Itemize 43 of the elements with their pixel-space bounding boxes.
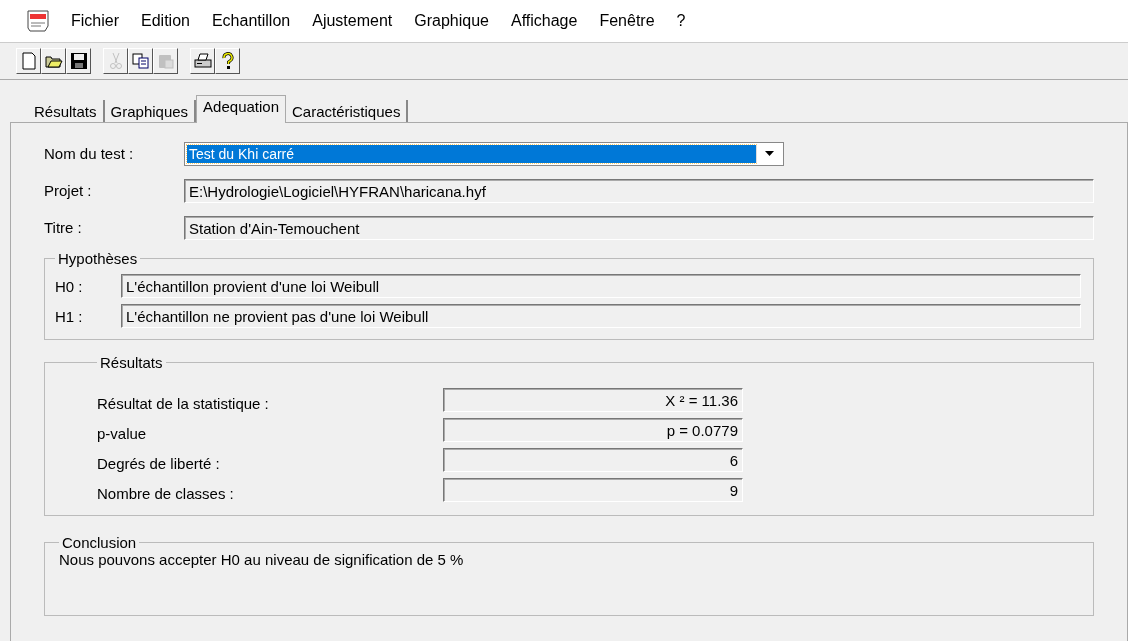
field-label: Titre : — [44, 219, 83, 236]
tab[interactable]: Adequation — [196, 95, 286, 123]
menu-item[interactable]: ? — [665, 12, 697, 30]
copy-button[interactable] — [128, 48, 153, 74]
field-label: Résultat de la statistique : — [97, 393, 270, 412]
readonly-field: E:\Hydrologie\Logiciel\HYFRAN\haricana.hyf — [184, 178, 1094, 203]
help-button[interactable] — [215, 48, 240, 74]
page-icon — [19, 52, 38, 70]
field-label: p-value — [97, 423, 148, 442]
readonly-field: Station d'Ain-Temouchent — [184, 215, 1094, 240]
menu-item[interactable]: Ajustement — [301, 12, 404, 30]
readonly-field: L'échantillon ne provient pas d'une loi Weibull — [121, 304, 1081, 328]
conclusion-text: Nous pouvons accepter H0 au niveau de signification de 5 % — [59, 551, 464, 568]
readonly-field: 6 — [443, 448, 743, 472]
menu-item[interactable]: Affichage — [500, 12, 589, 30]
clipboard-icon — [156, 52, 175, 70]
document-icon — [26, 10, 50, 32]
menu-item[interactable]: Echantillon — [200, 12, 302, 30]
menu-item[interactable]: Edition — [130, 12, 201, 30]
open-button[interactable] — [41, 48, 66, 74]
menu-item[interactable]: Fichier — [60, 12, 130, 30]
new-button[interactable] — [16, 48, 41, 74]
readonly-field: X ² = 11.36 — [443, 388, 743, 412]
readonly-field: p = 0.0779 — [443, 418, 743, 442]
printer-icon — [193, 52, 212, 70]
field-label: Nom du test : — [44, 145, 135, 162]
copy-icon — [131, 52, 150, 70]
group-title: Conclusion — [61, 534, 138, 551]
caret-icon — [764, 151, 774, 156]
group-title: Résultats — [99, 354, 164, 371]
field-label: Degrés de liberté : — [97, 453, 221, 472]
readonly-field: 9 — [443, 478, 743, 502]
save-button[interactable] — [66, 48, 91, 74]
field-label: Projet : — [44, 182, 93, 199]
readonly-field: L'échantillon provient d'une loi Weibull — [121, 274, 1081, 298]
print-button[interactable] — [190, 48, 215, 74]
field-label: H0 : — [55, 277, 84, 295]
menu-item[interactable]: Graphique — [403, 12, 500, 30]
field-label: H1 : — [55, 307, 84, 325]
group-title: Hypothèses — [57, 250, 139, 267]
menu-item[interactable]: Fenêtre — [588, 12, 666, 30]
field-label: Nombre de classes : — [97, 483, 235, 502]
test-dropdown[interactable]: Test du Khi carré — [184, 141, 784, 166]
